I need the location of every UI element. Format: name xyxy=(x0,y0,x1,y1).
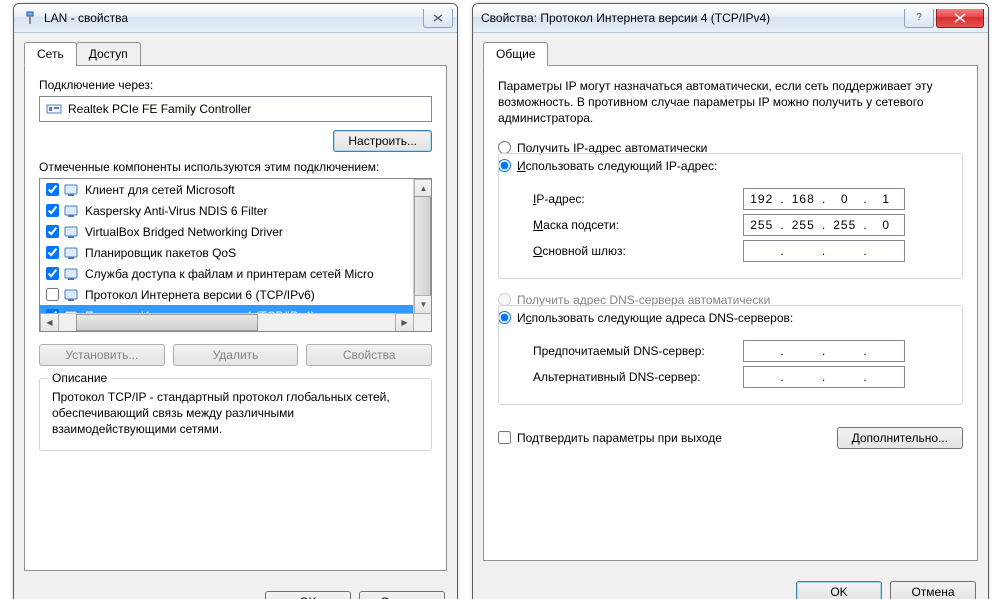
dns2-label: Альтернативный DNS-сервер: xyxy=(533,370,743,384)
components-list[interactable]: Клиент для сетей Microsoft Kaspersky Anti… xyxy=(39,178,432,332)
component-label: Протокол Интернета версии 6 (TCP/IPv6) xyxy=(85,288,315,302)
dns2-input[interactable]: ... xyxy=(743,366,905,388)
ok-button[interactable]: OK xyxy=(265,591,351,599)
scroll-left-button[interactable]: ◀ xyxy=(40,313,59,332)
network-card-icon xyxy=(46,101,62,117)
component-checkbox[interactable] xyxy=(46,183,59,196)
ip-address-input[interactable]: 192. 168. 0. 1 xyxy=(743,188,905,210)
install-button[interactable]: Установить... xyxy=(39,344,165,366)
scroll-down-button[interactable]: ▼ xyxy=(414,295,432,314)
gateway-label: Основной шлюз: xyxy=(533,244,743,258)
component-checkbox[interactable] xyxy=(46,288,59,301)
component-checkbox[interactable] xyxy=(46,267,59,280)
adapter-name: Realtek PCIe FE Family Controller xyxy=(68,102,251,116)
component-checkbox[interactable] xyxy=(46,204,59,217)
list-item[interactable]: Служба доступа к файлам и принтерам сете… xyxy=(40,263,431,284)
tab-access[interactable]: Доступ xyxy=(76,42,141,66)
component-label: VirtualBox Bridged Networking Driver xyxy=(85,225,283,239)
titlebar[interactable]: Свойства: Протокол Интернета версии 4 (T… xyxy=(473,4,988,33)
titlebar[interactable]: LAN - свойства xyxy=(14,4,457,33)
close-button[interactable] xyxy=(936,9,984,28)
component-checkbox[interactable] xyxy=(46,225,59,238)
info-text: Параметры IP могут назначаться автоматич… xyxy=(498,78,963,127)
description-group: Описание Протокол TCP/IP - стандартный п… xyxy=(39,378,432,451)
validate-checkbox-row[interactable]: Подтвердить параметры при выходе xyxy=(498,431,722,445)
dns-group: Предпочитаемый DNS-сервер: ... Альтернат… xyxy=(498,305,963,405)
window-title: LAN - свойства xyxy=(44,11,423,25)
component-label: Планировщик пакетов QoS xyxy=(85,246,236,260)
cancel-button[interactable]: Отмена xyxy=(359,591,445,599)
validate-label: Подтвердить параметры при выходе xyxy=(517,431,722,445)
list-item[interactable]: Kaspersky Anti-Virus NDIS 6 Filter xyxy=(40,200,431,221)
advanced-button[interactable]: Дополнительно... xyxy=(837,427,963,449)
close-button[interactable] xyxy=(423,9,453,28)
adapter-display: Realtek PCIe FE Family Controller xyxy=(39,96,432,122)
ip-group: IP-адрес: 192. 168. 0. 1 Маска подсети: … xyxy=(498,153,963,279)
components-label: Отмеченные компоненты используются этим … xyxy=(39,160,432,174)
component-icon xyxy=(63,182,79,198)
component-label: Kaspersky Anti-Virus NDIS 6 Filter xyxy=(85,204,268,218)
ok-button[interactable]: OK xyxy=(796,581,882,599)
list-item[interactable]: Клиент для сетей Microsoft xyxy=(40,179,431,200)
help-button[interactable]: ? xyxy=(904,9,934,28)
description-text: Протокол TCP/IP - стандартный протокол г… xyxy=(52,389,419,438)
component-icon xyxy=(63,266,79,282)
description-title: Описание xyxy=(48,371,111,385)
component-label: Клиент для сетей Microsoft xyxy=(85,183,235,197)
scrollbar-horizontal[interactable]: ◀ ▶ xyxy=(40,313,414,331)
scroll-thumb-v[interactable] xyxy=(414,196,431,298)
lan-properties-window: LAN - свойства Сеть Доступ Подключение ч… xyxy=(13,3,458,599)
tab-network[interactable]: Сеть xyxy=(24,42,77,66)
component-icon xyxy=(63,245,79,261)
validate-checkbox[interactable] xyxy=(498,431,511,444)
connect-using-label: Подключение через: xyxy=(39,78,432,92)
component-icon xyxy=(63,203,79,219)
list-item[interactable]: Планировщик пакетов QoS xyxy=(40,242,431,263)
tab-general[interactable]: Общие xyxy=(483,42,548,66)
component-icon xyxy=(63,224,79,240)
gateway-input[interactable]: . . . xyxy=(743,240,905,262)
scrollbar-vertical[interactable]: ▲ ▼ xyxy=(413,179,431,314)
dns1-label: Предпочитаемый DNS-сервер: xyxy=(533,344,743,358)
list-item[interactable]: Протокол Интернета версии 6 (TCP/IPv6) xyxy=(40,284,431,305)
configure-button[interactable]: Настроить... xyxy=(333,130,432,152)
subnet-mask-label: Маска подсети: xyxy=(533,218,743,232)
subnet-mask-input[interactable]: 255. 255. 255. 0 xyxy=(743,214,905,236)
component-label: Служба доступа к файлам и принтерам сете… xyxy=(85,267,374,281)
scroll-right-button[interactable]: ▶ xyxy=(395,313,414,332)
scroll-thumb-h[interactable] xyxy=(76,314,258,331)
remove-button[interactable]: Удалить xyxy=(173,344,299,366)
ipv4-properties-window: Свойства: Протокол Интернета версии 4 (T… xyxy=(472,3,989,599)
network-adapter-icon xyxy=(22,10,38,26)
component-checkbox[interactable] xyxy=(46,246,59,259)
dns1-input[interactable]: ... xyxy=(743,340,905,362)
window-title: Свойства: Протокол Интернета версии 4 (T… xyxy=(481,11,904,25)
component-icon xyxy=(63,287,79,303)
cancel-button[interactable]: Отмена xyxy=(890,581,976,599)
list-item[interactable]: VirtualBox Bridged Networking Driver xyxy=(40,221,431,242)
properties-button[interactable]: Свойства xyxy=(306,344,432,366)
ip-address-label: IP-адрес: xyxy=(533,192,743,206)
